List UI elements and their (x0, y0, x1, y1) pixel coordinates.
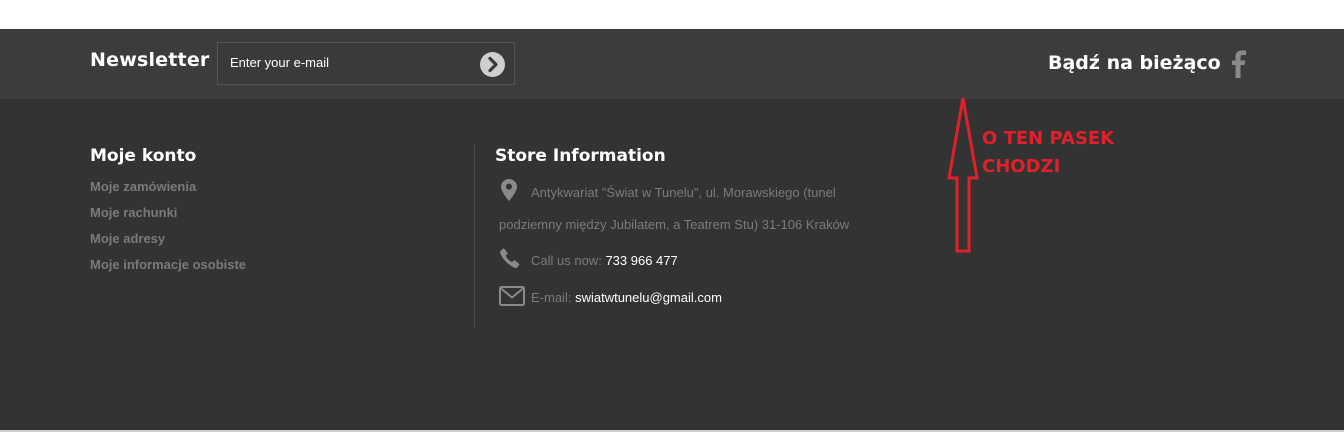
store-address-line1: Antykwariat "Świat w Tunelu", ul. Moraws… (531, 185, 836, 200)
map-marker-icon (501, 179, 517, 201)
store-address-line2: podziemny między Jubilatem, a Teatrem St… (499, 217, 850, 232)
email-address[interactable]: swiatwtunelu@gmail.com (575, 290, 722, 305)
email-label: E-mail: (531, 290, 572, 305)
store-email: E-mail: swiatwtunelu@gmail.com (531, 290, 722, 305)
phone-label: Call us now: (531, 253, 602, 268)
account-link-orders[interactable]: Moje zamówienia (90, 179, 246, 205)
newsletter-bar: Newsletter Enter your e-mail Bądź na bie… (0, 29, 1344, 99)
facebook-icon[interactable] (1230, 50, 1248, 78)
store-info-title: Store Information (495, 146, 666, 166)
page: Newsletter Enter your e-mail Bądź na bie… (0, 0, 1344, 432)
newsletter-form: Enter your e-mail (217, 42, 515, 85)
annotation-text: O TEN PASEK CHODZI (982, 125, 1182, 181)
account-link-invoices[interactable]: Moje rachunki (90, 205, 246, 231)
annotation-line2: CHODZI (982, 156, 1061, 177)
newsletter-email-input[interactable]: Enter your e-mail (230, 55, 329, 70)
newsletter-title: Newsletter (90, 49, 210, 71)
annotation-line1: O TEN PASEK (982, 128, 1115, 149)
annotation-arrow-icon (947, 97, 979, 253)
envelope-icon (499, 286, 525, 306)
follow-us-title: Bądź na bieżąco (1048, 52, 1221, 74)
account-link-personal-info[interactable]: Moje informacje osobiste (90, 257, 246, 283)
newsletter-submit-button[interactable] (480, 52, 505, 77)
phone-icon (500, 248, 520, 268)
account-links: Moje zamówienia Moje rachunki Moje adres… (90, 179, 246, 283)
phone-number[interactable]: 733 966 477 (605, 253, 677, 268)
account-title: Moje konto (90, 146, 197, 166)
store-phone: Call us now: 733 966 477 (531, 253, 678, 268)
column-divider (474, 144, 475, 328)
account-link-addresses[interactable]: Moje adresy (90, 231, 246, 257)
